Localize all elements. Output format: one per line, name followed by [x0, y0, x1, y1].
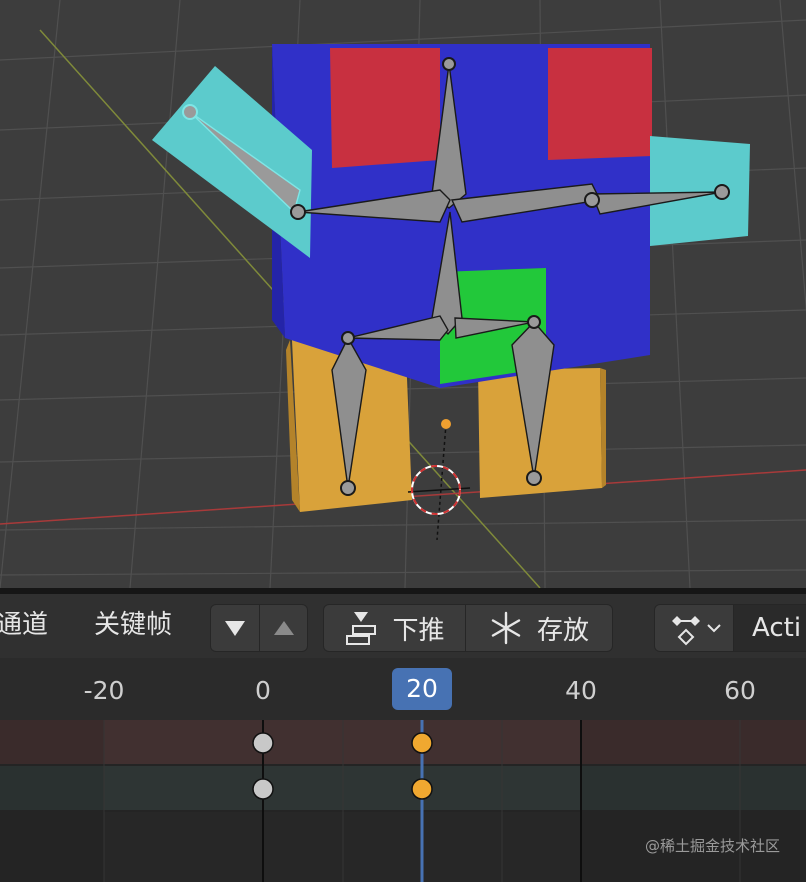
- stash-button[interactable]: 存放: [465, 605, 612, 651]
- frame-ruler[interactable]: -20 0 40 60 20: [0, 658, 806, 720]
- push-down-label: 下推: [392, 615, 445, 646]
- 3d-cursor-icon[interactable]: [407, 419, 471, 541]
- right-arm[interactable]: [650, 136, 750, 246]
- keyframe-unselected[interactable]: [252, 732, 274, 754]
- chevron-down-icon: [707, 624, 721, 633]
- keyframe-tracks[interactable]: @稀土掘金技术社区: [0, 720, 806, 882]
- frame-tick: 40: [565, 676, 597, 705]
- action-name-field[interactable]: Acti: [733, 605, 806, 651]
- channel-menu[interactable]: 通道: [0, 610, 48, 640]
- keyframe-selected[interactable]: [411, 732, 433, 754]
- 3d-viewport[interactable]: [0, 0, 806, 588]
- action-browse-button[interactable]: [655, 605, 733, 651]
- watermark: @稀土掘金技术社区: [644, 837, 780, 855]
- current-frame-indicator[interactable]: 20: [392, 668, 452, 710]
- action-icon: [672, 616, 700, 646]
- object-origin-icon: [441, 419, 451, 429]
- action-name: Acti: [752, 613, 802, 643]
- push-down-icon: [346, 612, 377, 645]
- viewport-scene: [0, 0, 806, 588]
- action-buttons-group: 下推 存放: [323, 604, 613, 652]
- action-selector[interactable]: Acti: [654, 604, 806, 652]
- layer-nav-group: [210, 604, 308, 652]
- frame-tick: 0: [255, 676, 271, 705]
- snowflake-icon: [491, 611, 521, 645]
- layer-up-button[interactable]: [259, 605, 307, 651]
- frame-tick: 60: [724, 676, 756, 705]
- up-arrow-icon: [273, 621, 294, 635]
- keyframe-menu[interactable]: 关键帧: [94, 610, 172, 640]
- push-down-button[interactable]: 下推: [324, 605, 465, 651]
- frame-tick: -20: [83, 676, 125, 705]
- layer-down-button[interactable]: [211, 605, 259, 651]
- stash-label: 存放: [536, 615, 589, 646]
- left-eye-panel: [330, 48, 440, 168]
- dopesheet-header: 通道 关键帧 下推 存放 Acti: [0, 594, 806, 658]
- tracks-canvas: [0, 720, 806, 882]
- keyframe-unselected[interactable]: [252, 778, 274, 800]
- keyframe-selected[interactable]: [411, 778, 433, 800]
- right-eye-panel: [548, 48, 652, 160]
- down-arrow-icon: [225, 621, 245, 636]
